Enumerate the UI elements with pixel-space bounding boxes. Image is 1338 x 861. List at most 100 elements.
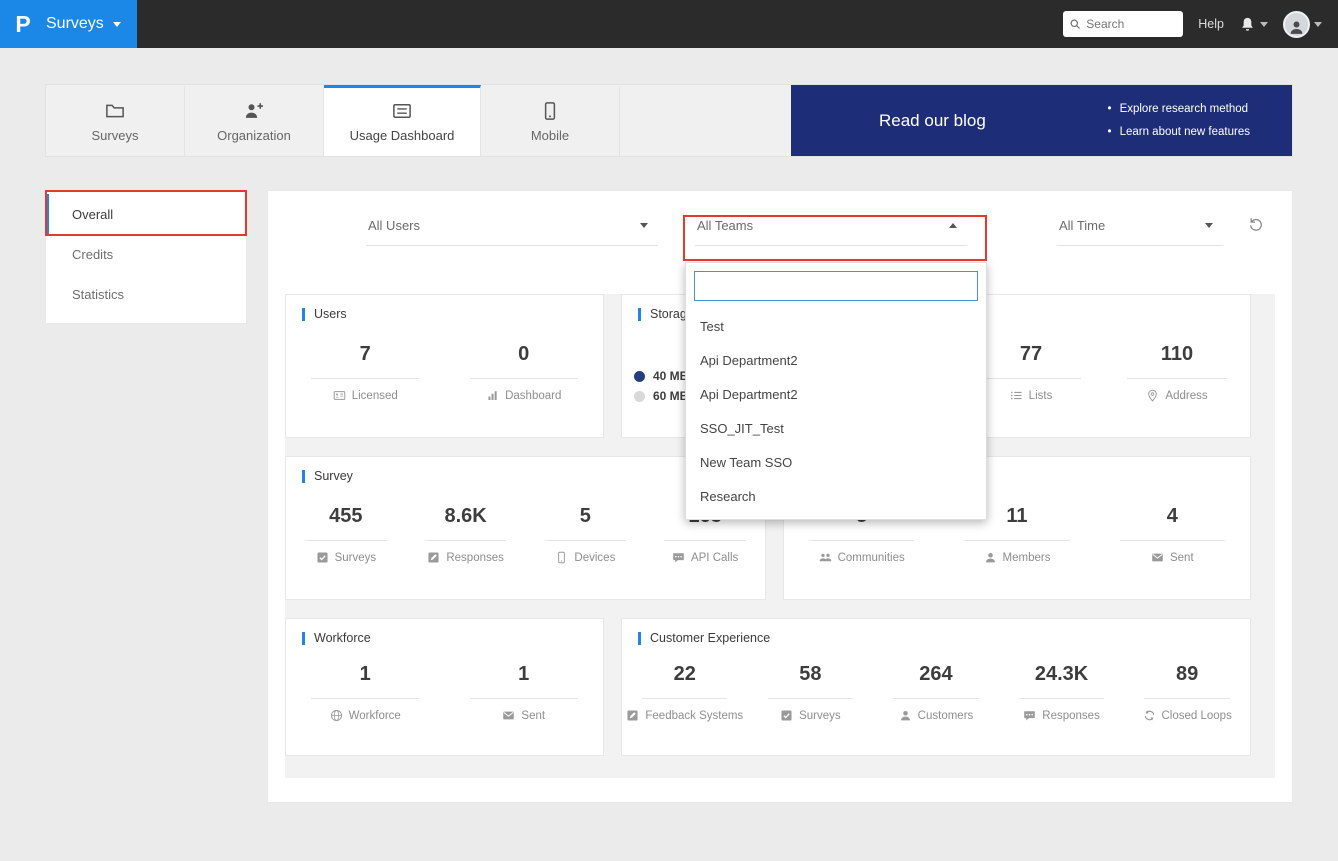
filter-bar: All Users All Teams All Time <box>268 191 1292 261</box>
team-option-api-department2[interactable]: Api Department2 <box>686 343 986 377</box>
check-square-icon <box>780 709 793 722</box>
filter-all-time[interactable]: All Time <box>1057 206 1223 246</box>
stat-value: 22 <box>642 663 728 699</box>
filter-label: All Teams <box>697 218 754 233</box>
account-menu-button[interactable] <box>1283 10 1322 38</box>
people-icon <box>819 551 832 564</box>
stat-address: 110 Address <box>1104 343 1250 402</box>
legend-dot-free <box>634 390 645 402</box>
person-icon <box>984 551 997 564</box>
stat-value: 5 <box>544 505 627 541</box>
blog-banner[interactable]: Read our blog Explore research method Le… <box>791 85 1292 156</box>
sidebar-item-overall[interactable]: Overall <box>46 194 246 234</box>
stat-value: 455 <box>305 505 387 541</box>
reset-icon <box>1248 216 1264 232</box>
legend-label: 40 MB <box>653 369 689 383</box>
stat-label: Licensed <box>351 389 398 402</box>
person-icon <box>1288 19 1305 36</box>
stat-value: 89 <box>1144 663 1230 699</box>
map-pin-icon <box>1146 389 1159 402</box>
stat-label: Closed Loops <box>1161 709 1232 722</box>
stat-value: 8.6K <box>424 505 507 541</box>
tab-mobile[interactable]: Mobile <box>481 85 620 156</box>
filter-all-teams[interactable]: All Teams <box>695 206 967 246</box>
stat-responses: 8.6K Responses <box>406 505 526 564</box>
help-link[interactable]: Help <box>1198 17 1224 31</box>
id-card-icon <box>333 389 346 402</box>
stat-surveys: 455 Surveys <box>286 505 406 564</box>
person-icon <box>899 709 912 722</box>
stat-label: Responses <box>1042 709 1100 722</box>
tab-label: Usage Dashboard <box>349 128 455 143</box>
avatar <box>1283 10 1310 38</box>
stat-label: API Calls <box>690 551 739 564</box>
legend-label: 60 MB <box>653 389 689 403</box>
globe-icon <box>330 709 343 722</box>
loop-icon <box>1143 709 1156 722</box>
teams-dropdown-panel: Test Api Department2 Api Department2 SSO… <box>685 262 987 520</box>
feedback-pen-icon <box>626 709 639 722</box>
stat-value: 4 <box>1119 505 1226 541</box>
search-input[interactable] <box>1086 17 1178 31</box>
tab-label: Mobile <box>530 128 570 143</box>
notifications-button[interactable] <box>1239 16 1268 33</box>
tab-usage-dashboard[interactable]: Usage Dashboard <box>324 85 481 156</box>
sidebar: Overall Credits Statistics <box>45 190 247 324</box>
stat-label: Members <box>1002 551 1051 564</box>
chat-dots-icon <box>672 551 685 564</box>
stat-customers: 264 Customers <box>873 663 999 722</box>
stat-value: 58 <box>767 663 854 699</box>
stat-label: Communities <box>837 551 905 564</box>
legend-dot-used <box>634 370 645 382</box>
customer-experience-card: Customer Experience 22 Feedback Systems … <box>621 618 1251 756</box>
app-switcher[interactable]: P Surveys <box>0 0 137 48</box>
sidebar-item-statistics[interactable]: Statistics <box>46 274 246 314</box>
chevron-down-icon <box>1314 21 1322 27</box>
filter-all-users[interactable]: All Users <box>366 206 658 246</box>
stat-value: 77 <box>981 343 1081 379</box>
caret-down-icon <box>1205 223 1213 228</box>
team-option-new-team-sso[interactable]: New Team SSO <box>686 445 986 479</box>
tab-label: Organization <box>217 128 291 143</box>
stat-label: Responses <box>446 551 504 564</box>
stat-label: Surveys <box>334 551 377 564</box>
app-name: Surveys <box>46 15 104 32</box>
stat-label: Address <box>1165 389 1208 402</box>
stat-value: 1 <box>469 663 578 699</box>
envelope-icon <box>502 709 515 722</box>
stat-label: Workforce <box>348 709 401 722</box>
stat-value: 1 <box>311 663 420 699</box>
team-option-test[interactable]: Test <box>686 309 986 343</box>
teams-search-input[interactable] <box>701 278 971 294</box>
stat-workforce: 1 Workforce <box>286 663 445 722</box>
tab-strip: Surveys Organization Usage Dashboard Mob… <box>45 84 1293 157</box>
stat-label: Sent <box>521 709 546 722</box>
team-option-sso-jit-test[interactable]: SSO_JIT_Test <box>686 411 986 445</box>
teams-search-box <box>694 271 978 301</box>
users-card: Users 7 Licensed 0 Dashboard <box>285 294 604 438</box>
stat-label: Surveys <box>799 709 841 722</box>
tab-surveys[interactable]: Surveys <box>46 85 185 156</box>
team-option-research[interactable]: Research <box>686 479 986 513</box>
blog-bullet: Explore research method <box>1108 98 1250 120</box>
stat-label: Dashboard <box>505 389 562 402</box>
global-search <box>1063 11 1184 37</box>
tab-organization[interactable]: Organization <box>185 85 324 156</box>
stat-label: Customers <box>917 709 974 722</box>
stat-sent: 4 Sent <box>1095 505 1250 564</box>
team-option-api-department2-2[interactable]: Api Department2 <box>686 377 986 411</box>
reset-filters-button[interactable] <box>1248 216 1264 237</box>
add-person-icon <box>244 101 264 121</box>
stat-sent: 1 Sent <box>445 663 604 722</box>
card-title: Users <box>302 308 603 321</box>
stat-feedback-systems: 22 Feedback Systems <box>622 663 748 722</box>
bell-icon <box>1239 16 1256 33</box>
caret-down-icon <box>640 223 648 228</box>
sidebar-item-credits[interactable]: Credits <box>46 234 246 274</box>
stat-licensed: 7 Licensed <box>286 343 445 402</box>
stat-value: 264 <box>893 663 979 699</box>
contacts-card: 77 Lists 110 Address <box>957 294 1251 438</box>
stat-dashboard: 0 Dashboard <box>445 343 604 402</box>
filter-label: All Time <box>1059 218 1106 233</box>
envelope-icon <box>1151 551 1164 564</box>
